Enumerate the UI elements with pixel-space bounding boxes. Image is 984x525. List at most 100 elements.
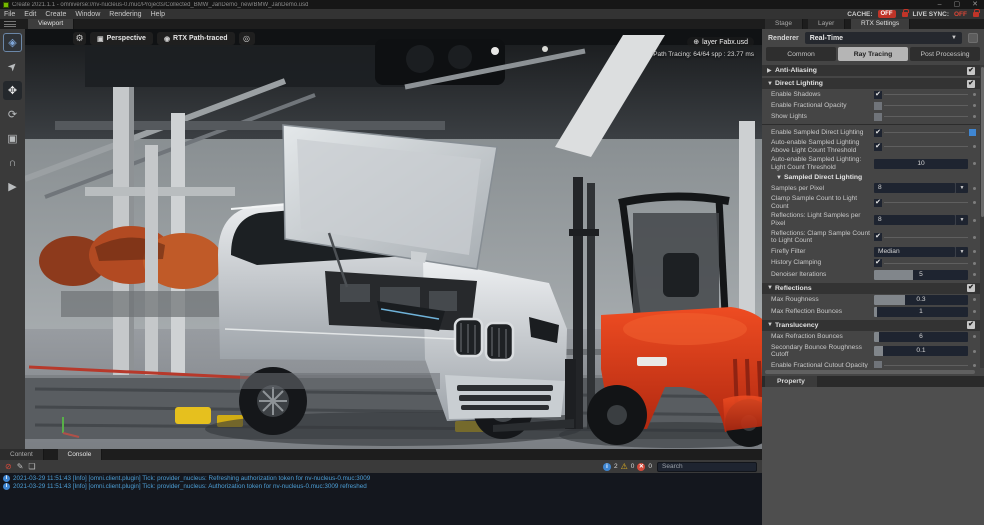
- section-header-anti-aliasing[interactable]: ▶Anti-Aliasing✔: [762, 65, 980, 76]
- tab-content[interactable]: Content: [0, 449, 44, 460]
- checkbox[interactable]: ✔: [874, 91, 882, 99]
- viewport-settings-icon[interactable]: ⚙: [73, 32, 86, 45]
- move-tool-icon[interactable]: ✥: [3, 81, 22, 100]
- reset-dot-icon[interactable]: [973, 250, 976, 253]
- dock-menu-icon[interactable]: [4, 21, 16, 27]
- chevron-down-icon[interactable]: ▼: [955, 215, 968, 225]
- value-field[interactable]: 10: [874, 159, 968, 169]
- reset-dot-icon[interactable]: [973, 104, 976, 107]
- menu-item-window[interactable]: Window: [75, 11, 100, 18]
- checkbox[interactable]: [874, 113, 882, 121]
- viewport-tool-column: ◈➤✥ ⟳ ▣ ∩ ▶: [0, 29, 25, 449]
- live-sync-status[interactable]: OFF: [954, 11, 967, 18]
- checkbox[interactable]: ✔: [874, 143, 882, 151]
- renderer-dropdown[interactable]: Real-Time ▼: [805, 32, 962, 44]
- render-mode-selector[interactable]: ◉ RTX Path-traced: [157, 32, 235, 45]
- checkbox[interactable]: [874, 102, 882, 110]
- menu-item-edit[interactable]: Edit: [24, 11, 36, 18]
- checkbox[interactable]: ✔: [874, 233, 882, 241]
- error-filter-icon[interactable]: ✕: [637, 463, 645, 471]
- reset-dot-icon[interactable]: [973, 236, 976, 239]
- expand-arrow-icon[interactable]: ▶: [767, 67, 775, 74]
- combo-field[interactable]: 8: [874, 215, 955, 225]
- snap-tool-icon[interactable]: ∩: [3, 153, 22, 172]
- slider-field[interactable]: 5: [874, 270, 968, 280]
- menu-item-file[interactable]: File: [4, 11, 15, 18]
- play-icon[interactable]: ▶: [3, 177, 22, 196]
- section-enable-checkbox[interactable]: ✔: [967, 80, 975, 88]
- checkbox[interactable]: ✔: [874, 259, 882, 267]
- rtx-tab-post-processing[interactable]: Post Processing: [910, 47, 980, 61]
- section-header-translucency[interactable]: ▼Translucency✔: [762, 320, 980, 331]
- reset-dot-icon[interactable]: [973, 350, 976, 353]
- open-log-folder-icon[interactable]: ❏: [28, 460, 35, 473]
- scale-tool-icon[interactable]: ▣: [3, 129, 22, 148]
- reset-dot-icon[interactable]: [973, 219, 976, 222]
- rtx-tab-common[interactable]: Common: [766, 47, 836, 61]
- tab-viewport[interactable]: Viewport: [28, 19, 74, 29]
- section-enable-checkbox[interactable]: ✔: [967, 67, 975, 75]
- rotate-tool-icon[interactable]: ⟳: [3, 105, 22, 124]
- reset-dot-icon[interactable]: [973, 162, 976, 165]
- changed-indicator[interactable]: [969, 129, 976, 136]
- close-button[interactable]: ✕: [972, 0, 978, 9]
- menu-item-help[interactable]: Help: [151, 11, 165, 18]
- visibility-eye-icon[interactable]: ◎: [239, 32, 255, 45]
- tab-console[interactable]: Console: [58, 449, 103, 460]
- console-log[interactable]: i2021-03-29 11:51:43 [Info] [omni.client…: [0, 473, 762, 525]
- console-search-input[interactable]: [657, 462, 757, 472]
- section-enable-checkbox[interactable]: ✔: [967, 284, 975, 292]
- reset-dot-icon[interactable]: [973, 262, 976, 265]
- section-header-direct-lighting[interactable]: ▼Direct Lighting✔: [762, 78, 980, 89]
- reset-dot-icon[interactable]: [973, 335, 976, 338]
- camera-selector[interactable]: ▣ Perspective: [90, 32, 153, 45]
- reset-dot-icon[interactable]: [973, 364, 976, 367]
- info-filter-icon[interactable]: i: [603, 463, 611, 471]
- reset-dot-icon[interactable]: [973, 93, 976, 96]
- checkbox[interactable]: [874, 361, 882, 368]
- checkbox[interactable]: ✔: [874, 199, 882, 207]
- chevron-down-icon[interactable]: ▼: [955, 247, 968, 257]
- tab-layer[interactable]: Layer: [808, 19, 845, 29]
- clear-console-icon[interactable]: ⊘: [5, 460, 12, 473]
- edit-log-icon[interactable]: ✎: [17, 460, 24, 473]
- tab-stage[interactable]: Stage: [765, 19, 803, 29]
- cache-status-badge[interactable]: OFF: [878, 10, 896, 18]
- tab-property[interactable]: Property: [765, 376, 817, 387]
- menu-item-rendering[interactable]: Rendering: [109, 11, 141, 18]
- minimize-button[interactable]: –: [938, 0, 942, 9]
- section-enable-checkbox[interactable]: ✔: [967, 321, 975, 329]
- chevron-down-icon[interactable]: ▼: [955, 183, 968, 193]
- reset-dot-icon[interactable]: [973, 145, 976, 148]
- settings-scrollbar[interactable]: [980, 65, 984, 368]
- slider-field[interactable]: 6: [874, 332, 968, 342]
- maximize-button[interactable]: ▢: [954, 0, 961, 9]
- renderer-options-button[interactable]: [968, 33, 978, 43]
- menu-item-create[interactable]: Create: [45, 11, 66, 18]
- warning-filter-icon[interactable]: ⚠: [621, 462, 628, 472]
- section-header-reflections[interactable]: ▼Reflections✔: [762, 283, 980, 294]
- rtx-tab-ray-tracing[interactable]: Ray Tracing: [838, 47, 908, 61]
- slider-field[interactable]: 1: [874, 307, 968, 317]
- combo-field[interactable]: Median: [874, 247, 955, 257]
- reset-dot-icon[interactable]: [973, 201, 976, 204]
- expand-arrow-icon[interactable]: ▼: [776, 175, 784, 181]
- slider-field[interactable]: 0.1: [874, 346, 968, 356]
- reset-dot-icon[interactable]: [973, 273, 976, 276]
- viewport-3d-scene[interactable]: ⚙ ▣ Perspective ◉ RTX Path-traced ◎ ⊕ la…: [25, 29, 762, 449]
- expand-arrow-icon[interactable]: ▼: [767, 322, 775, 328]
- subsection-sampled-direct-lighting[interactable]: ▼Sampled Direct Lighting: [762, 172, 980, 182]
- slider-field[interactable]: 0.3: [874, 295, 968, 305]
- select-tool-icon[interactable]: ➤: [0, 53, 26, 80]
- navigation-cube-icon[interactable]: ◈: [3, 33, 22, 52]
- expand-arrow-icon[interactable]: ▼: [767, 81, 775, 87]
- reset-dot-icon[interactable]: [973, 187, 976, 190]
- tab-rtx-settings[interactable]: RTX Settings: [851, 19, 910, 29]
- checkbox[interactable]: ✔: [874, 129, 882, 137]
- reset-dot-icon[interactable]: [973, 115, 976, 118]
- combo-field[interactable]: 8: [874, 183, 955, 193]
- settings-hscrollbar[interactable]: [765, 370, 975, 374]
- reset-dot-icon[interactable]: [973, 298, 976, 301]
- reset-dot-icon[interactable]: [973, 310, 976, 313]
- expand-arrow-icon[interactable]: ▼: [767, 285, 775, 291]
